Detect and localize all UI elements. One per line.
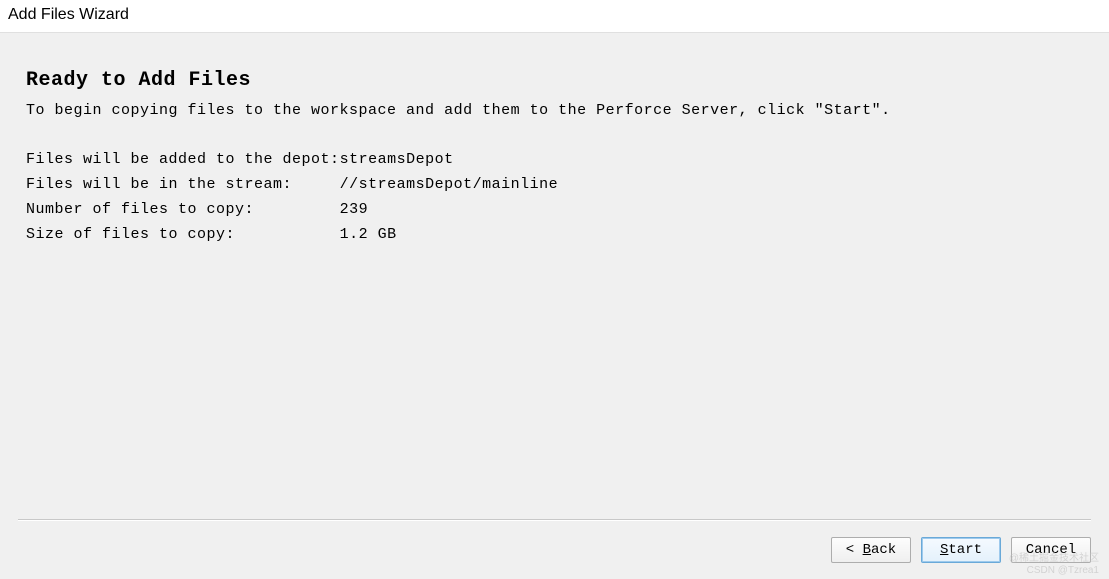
window-title-bar: Add Files Wizard xyxy=(0,0,1109,32)
summary-row-depot: Files will be added to the depot: stream… xyxy=(26,147,558,172)
stream-value: //streamsDepot/mainline xyxy=(340,172,559,197)
count-value: 239 xyxy=(340,197,559,222)
stream-label: Files will be in the stream: xyxy=(26,172,340,197)
size-label: Size of files to copy: xyxy=(26,222,340,247)
start-rest: tart xyxy=(948,542,982,558)
count-label: Number of files to copy: xyxy=(26,197,340,222)
page-description: To begin copying files to the workspace … xyxy=(26,102,1083,119)
back-rest: ack xyxy=(871,542,896,558)
start-button[interactable]: Start xyxy=(921,537,1001,563)
watermark-line-2: CSDN @Tzrea1 xyxy=(1009,565,1099,577)
page-heading: Ready to Add Files xyxy=(26,69,1083,92)
summary-row-count: Number of files to copy: 239 xyxy=(26,197,558,222)
wizard-content: Ready to Add Files To begin copying file… xyxy=(0,32,1109,579)
size-value: 1.2 GB xyxy=(340,222,559,247)
summary-row-size: Size of files to copy: 1.2 GB xyxy=(26,222,558,247)
watermark-line-1: @稀土掘金技术社区 xyxy=(1009,553,1099,565)
depot-value: streamsDepot xyxy=(340,147,559,172)
summary-table: Files will be added to the depot: stream… xyxy=(26,147,558,247)
watermark: @稀土掘金技术社区 CSDN @Tzrea1 xyxy=(1009,553,1099,577)
depot-label: Files will be added to the depot: xyxy=(26,147,340,172)
back-mnemonic: B xyxy=(863,542,871,558)
window-title: Add Files Wizard xyxy=(8,6,129,23)
back-button[interactable]: < Back xyxy=(831,537,911,563)
separator-line xyxy=(18,519,1091,521)
summary-row-stream: Files will be in the stream: //streamsDe… xyxy=(26,172,558,197)
